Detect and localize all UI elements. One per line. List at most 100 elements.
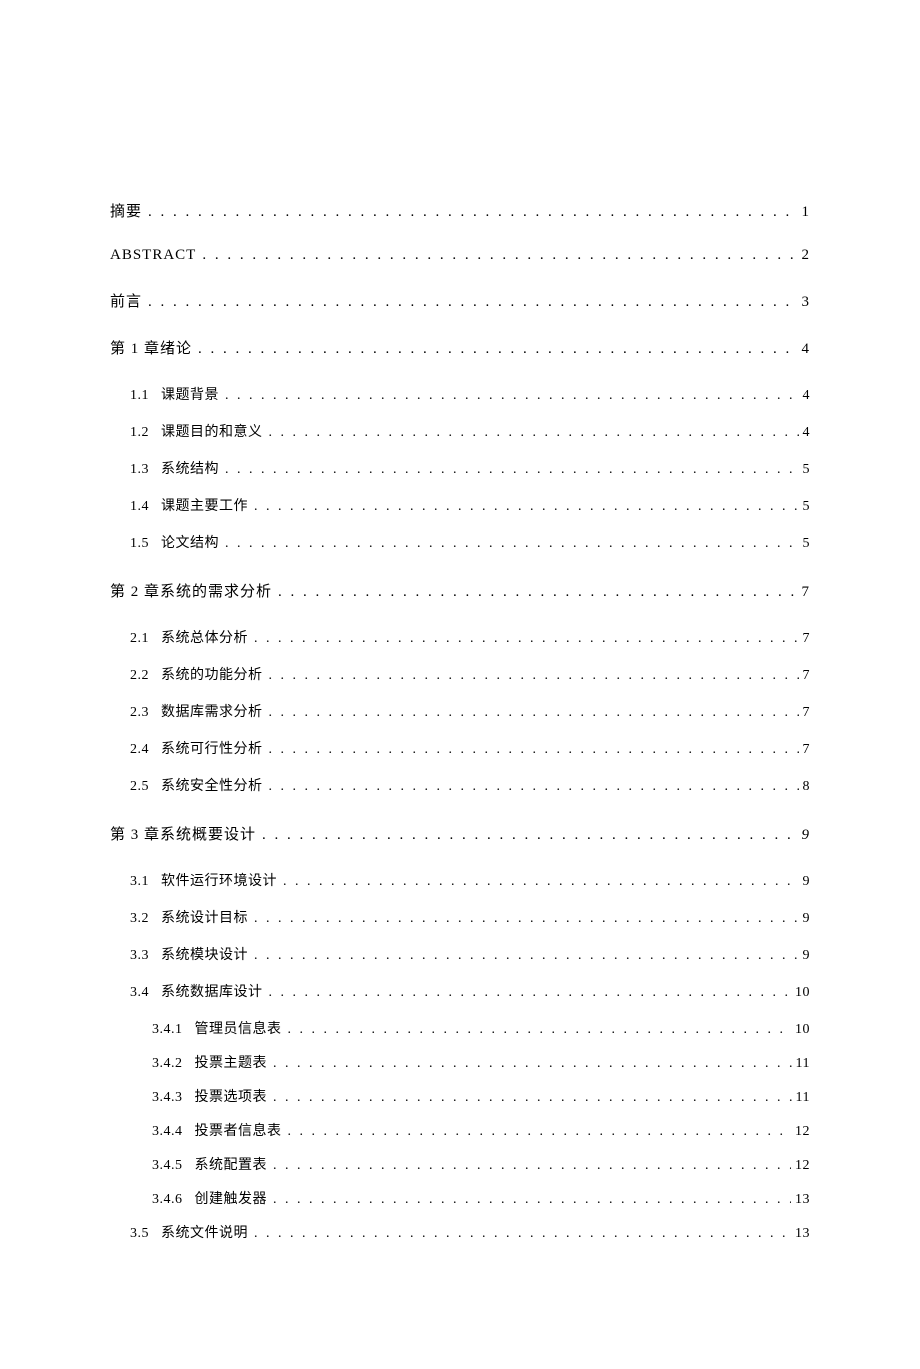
toc-leader-dots <box>269 779 799 795</box>
toc-entry: 3.4系统数据库设计10 <box>110 981 810 1001</box>
toc-leader-dots <box>148 294 797 311</box>
toc-title: 创建触发器 <box>195 1188 268 1208</box>
toc-leader-dots <box>225 462 799 478</box>
toc-entry: 1.5论文结构5 <box>110 532 810 552</box>
toc-leader-dots <box>283 874 799 890</box>
toc-entry: 3.3 系统模块设计 9 <box>110 944 810 964</box>
toc-leader-dots <box>288 1022 792 1038</box>
toc-title: 数据库需求分析 <box>161 701 263 721</box>
toc-number: 3.3 <box>130 948 149 964</box>
toc-page-number: 9 <box>803 874 811 890</box>
toc-entry: 3.4.6 创建触发器 13 <box>110 1188 810 1208</box>
toc-leader-dots <box>288 1124 792 1140</box>
toc-page-number: 7 <box>803 668 811 684</box>
toc-number: 3.4 <box>130 985 149 1001</box>
toc-page-number: 8 <box>803 779 811 795</box>
toc-entry: 摘要 1 <box>110 200 810 221</box>
toc-number: 3.4.2 <box>152 1056 183 1072</box>
toc-leader-dots <box>225 388 799 404</box>
toc-entry: 1.1课题背景4 <box>110 384 810 404</box>
toc-entry: 2.2系统的功能分析7 <box>110 664 810 684</box>
toc-entry: 3.4.3投票选项表11 <box>110 1086 810 1106</box>
toc-title: 第 1 章绪论 <box>110 337 192 358</box>
toc-title: 课题目的和意义 <box>161 421 263 441</box>
toc-title: 投票者信息表 <box>195 1120 282 1140</box>
toc-entry: 2.3 数据库需求分析 7 <box>110 701 810 721</box>
toc-container: 摘要 1 ABSTRACT2 前言 3 第 1 章绪论 4 1.1 课题背景 4 1.2 课题目的和意… <box>110 200 810 1242</box>
toc-title: 课题背景 <box>161 384 219 404</box>
toc-entry: 第 3 章系统概要设计 9 <box>110 823 810 844</box>
toc-leader-dots <box>269 742 799 758</box>
toc-leader-dots <box>254 499 799 515</box>
toc-number: 3.4.6 <box>152 1192 183 1208</box>
toc-entry: 1.4 课题主要工作 5 <box>110 495 810 515</box>
toc-entry: 第 1 章绪论 4 <box>110 337 810 358</box>
toc-entry: 第 2 章系统的需求分析 7 <box>110 580 810 601</box>
toc-entry: ABSTRACT2 <box>110 247 810 264</box>
toc-title: 论文结构 <box>161 532 219 552</box>
toc-number: 2.2 <box>130 668 149 684</box>
toc-page-number: 7 <box>803 705 811 721</box>
toc-entry: 3.5系统文件说明13 <box>110 1222 810 1242</box>
toc-page-number: 5 <box>803 462 811 478</box>
toc-title: 课题主要工作 <box>161 495 248 515</box>
toc-page-number: 9 <box>803 948 811 964</box>
toc-leader-dots <box>262 827 797 844</box>
toc-title: 系统配置表 <box>195 1154 268 1174</box>
toc-entry: 2.1系统总体分析7 <box>110 627 810 647</box>
toc-page-number: 7 <box>803 742 811 758</box>
toc-page: 摘要 1 ABSTRACT2 前言 3 第 1 章绪论 4 1.1 课题背景 4 1.2 课题目的和意… <box>0 0 920 1369</box>
toc-page-number: 9 <box>802 827 811 844</box>
toc-title: 系统文件说明 <box>161 1222 248 1242</box>
toc-title: 前言 <box>110 290 142 311</box>
toc-title: 摘要 <box>110 200 142 221</box>
toc-page-number: 13 <box>795 1192 810 1208</box>
toc-page-number: 1 <box>802 204 811 221</box>
toc-title: 系统安全性分析 <box>161 775 263 795</box>
toc-number: 1.5 <box>130 536 149 552</box>
toc-leader-dots <box>254 911 799 927</box>
toc-entry: 3.4.2投票主题表11 <box>110 1052 810 1072</box>
toc-entry: 2.5 系统安全性分析 8 <box>110 775 810 795</box>
toc-entry: 前言 3 <box>110 290 810 311</box>
toc-title: 系统模块设计 <box>161 944 248 964</box>
toc-number: 2.5 <box>130 779 149 795</box>
toc-title: 软件运行环境设计 <box>161 870 277 890</box>
toc-title: 第 2 章系统的需求分析 <box>110 580 272 601</box>
toc-number: 3.2 <box>130 911 149 927</box>
toc-leader-dots <box>273 1090 792 1106</box>
toc-number: 2.3 <box>130 705 149 721</box>
toc-leader-dots <box>254 631 799 647</box>
toc-entry: 1.3系统结构5 <box>110 458 810 478</box>
toc-leader-dots <box>273 1192 791 1208</box>
toc-title: 投票选项表 <box>195 1086 268 1106</box>
toc-entry: 1.2 课题目的和意义 4 <box>110 421 810 441</box>
toc-leader-dots <box>269 668 799 684</box>
toc-leader-dots <box>273 1158 791 1174</box>
toc-page-number: 7 <box>802 584 811 601</box>
toc-number: 1.4 <box>130 499 149 515</box>
toc-page-number: 12 <box>795 1158 810 1174</box>
toc-number: 3.4.3 <box>152 1090 183 1106</box>
toc-leader-dots <box>254 1226 791 1242</box>
toc-page-number: 13 <box>795 1226 810 1242</box>
toc-entry: 3.4.5系统配置表12 <box>110 1154 810 1174</box>
toc-page-number: 7 <box>803 631 811 647</box>
toc-page-number: 4 <box>802 341 811 358</box>
toc-number: 1.1 <box>130 388 149 404</box>
toc-page-number: 3 <box>802 294 811 311</box>
toc-page-number: 12 <box>795 1124 810 1140</box>
toc-entry: 3.4.1管理员信息表10 <box>110 1018 810 1038</box>
toc-number: 3.4.4 <box>152 1124 183 1140</box>
toc-entry: 3.1软件运行环境设计9 <box>110 870 810 890</box>
toc-title: 系统结构 <box>161 458 219 478</box>
toc-title: 系统可行性分析 <box>161 738 263 758</box>
toc-page-number: 4 <box>803 425 811 441</box>
toc-page-number: 5 <box>803 499 811 515</box>
toc-title: 第 3 章系统概要设计 <box>110 823 256 844</box>
toc-title: 系统数据库设计 <box>161 981 263 1001</box>
toc-leader-dots <box>269 705 799 721</box>
toc-leader-dots <box>269 425 799 441</box>
toc-entry: 3.2系统设计目标9 <box>110 907 810 927</box>
toc-number: 1.2 <box>130 425 149 441</box>
